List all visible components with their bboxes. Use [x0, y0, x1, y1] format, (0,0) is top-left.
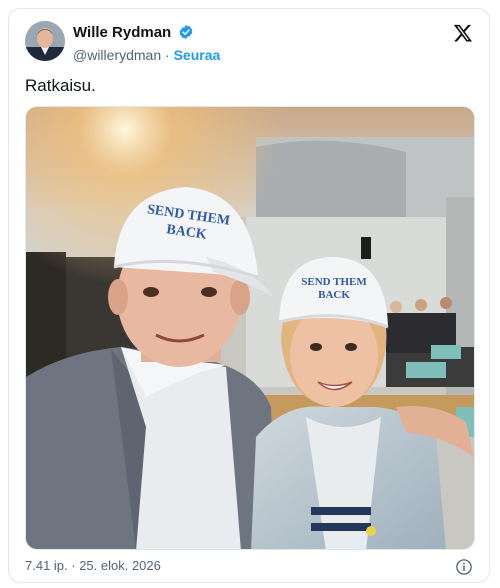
timestamp[interactable]: 7.41 ip. · 25. elok. 2026 [25, 558, 161, 573]
handle-row: @willerydman · Seuraa [73, 46, 220, 64]
separator: · [165, 47, 170, 63]
tweet-text: Ratkaisu. [25, 76, 96, 95]
tweet-footer: 7.41 ip. · 25. elok. 2026 [25, 558, 473, 578]
photo-image: SEND THEM BACK SEND THEM BACK [26, 107, 474, 549]
verified-badge-icon [178, 24, 194, 45]
follow-button[interactable]: Seuraa [174, 47, 221, 63]
author-handle[interactable]: @willerydman [73, 47, 161, 63]
tweet-photo[interactable]: SEND THEM BACK SEND THEM BACK [25, 106, 475, 550]
tweet-header: Wille Rydman @willerydman · Seuraa [25, 21, 473, 65]
avatar[interactable] [25, 21, 65, 61]
author-names: Wille Rydman @willerydman · Seuraa [73, 23, 220, 64]
info-icon[interactable] [455, 558, 473, 576]
cap2-text-line2: BACK [318, 289, 350, 301]
display-name[interactable]: Wille Rydman [73, 23, 171, 42]
tweet-card: Wille Rydman @willerydman · Seuraa Ratka… [8, 8, 490, 583]
cap2-text-line1: SEND THEM [301, 276, 367, 288]
x-logo-icon[interactable] [453, 23, 473, 43]
